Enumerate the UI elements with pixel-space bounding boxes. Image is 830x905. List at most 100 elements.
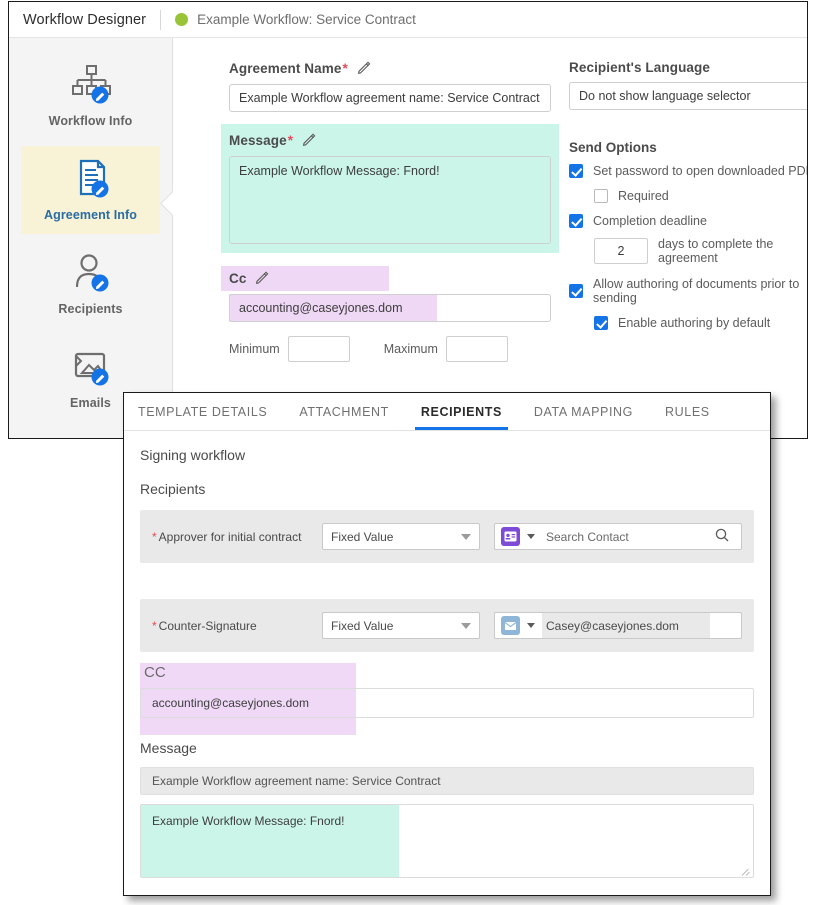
recipient-label-text: Counter-Signature: [158, 618, 257, 633]
dialog-tabs: TEMPLATE DETAILS ATTACHMENT RECIPIENTS D…: [124, 393, 770, 431]
checkbox-set-password[interactable]: [569, 164, 583, 178]
tab-attachment[interactable]: ATTACHMENT: [299, 405, 389, 430]
recipient-label: * Approver for initial contract: [152, 530, 322, 544]
tab-recipients[interactable]: RECIPIENTS: [414, 405, 508, 430]
option-label: Enable authoring by default: [618, 316, 771, 330]
edit-pencil-icon[interactable]: [302, 132, 316, 149]
agreement-name-field-block: Agreement Name *: [229, 60, 551, 112]
recipients-tab-body: Signing workflow Recipients * Approver fo…: [124, 431, 770, 895]
recipients-language-block: Recipient's Language: [569, 60, 807, 110]
required-asterisk: *: [152, 618, 157, 633]
dialog-cc-block: CC accounting@caseyjones.dom: [140, 663, 754, 735]
agreement-name-input[interactable]: [229, 84, 551, 112]
required-asterisk: *: [287, 133, 294, 148]
send-options-block: Send Options Set password to open downlo…: [569, 140, 808, 330]
sidebar-item-workflow-info[interactable]: Workflow Info: [21, 52, 160, 140]
checkbox-allow-authoring[interactable]: [569, 284, 583, 298]
dialog-message-title: Message: [140, 740, 197, 756]
checkbox-required[interactable]: [594, 189, 608, 203]
minimum-input[interactable]: [287, 336, 350, 362]
resize-grip-icon[interactable]: [742, 867, 751, 876]
workflow-designer-body: Workflow Info Agreement Info Recipients …: [9, 38, 807, 438]
sidebar-item-label: Emails: [70, 396, 111, 410]
agreement-info-form: Agreement Name* Message*: [173, 38, 807, 438]
chevron-down-icon: [461, 533, 471, 540]
cc-label-text: Cc: [229, 271, 247, 286]
option-label: Allow authoring of documents prior to se…: [593, 277, 800, 305]
contact-card-icon[interactable]: [501, 527, 520, 546]
recipient-label: * Counter-Signature: [152, 619, 322, 633]
app-header: Workflow Designer Example Workflow: Serv…: [9, 2, 807, 38]
recipients-title: Recipients: [140, 481, 206, 497]
send-options-title: Send Options: [569, 140, 657, 155]
option-required[interactable]: Required: [594, 189, 807, 203]
sidebar-item-label: Workflow Info: [48, 114, 133, 128]
recipient-email-value[interactable]: Casey@caseyjones.dom: [546, 619, 735, 633]
checkbox-enable-authoring-default[interactable]: [594, 316, 608, 330]
workflow-designer-window: Workflow Designer Example Workflow: Serv…: [8, 1, 808, 439]
option-set-password[interactable]: Set password to open downloaded PDF: [569, 164, 808, 178]
dialog-message-textarea[interactable]: Example Workflow Message: Fnord!: [140, 804, 754, 878]
checkbox-completion-deadline[interactable]: [569, 214, 583, 228]
message-textarea[interactable]: Example Workflow Message: Fnord!: [229, 156, 551, 244]
person-edit-icon: [69, 252, 113, 294]
signing-workflow-title: Signing workflow: [140, 447, 246, 463]
chevron-down-icon: [461, 622, 471, 629]
recipient-email-field[interactable]: Casey@caseyjones.dom: [494, 612, 742, 639]
edit-pencil-icon[interactable]: [357, 60, 371, 77]
sidebar-selection-pointer: [160, 190, 173, 216]
cc-value-field[interactable]: accounting@caseyjones.dom: [140, 688, 754, 718]
maximum-label: Maximum: [383, 342, 438, 356]
days-suffix-label: days to complete the agreement: [658, 237, 774, 265]
cc-label: Cc: [229, 270, 269, 287]
maximum-input[interactable]: [445, 336, 508, 362]
option-completion-deadline[interactable]: Completion deadline: [569, 214, 807, 228]
option-enable-authoring-default[interactable]: Enable authoring by default: [594, 316, 807, 330]
search-contact-input[interactable]: Search Contact: [546, 530, 715, 544]
form-right-column: Recipient's Language Send Options Set pa…: [569, 60, 808, 341]
cc-title: CC: [144, 664, 166, 681]
option-allow-authoring[interactable]: Allow authoring of documents prior to se…: [569, 277, 807, 305]
tab-data-mapping[interactable]: DATA MAPPING: [534, 405, 633, 430]
workflow-name: Example Workflow: Service Contract: [197, 12, 416, 27]
option-label: Completion deadline: [593, 214, 707, 228]
edit-pencil-icon[interactable]: [255, 270, 269, 287]
recipient-contact-field[interactable]: Search Contact: [494, 523, 742, 550]
sidebar-item-label: Agreement Info: [43, 208, 138, 222]
recipient-label-text: Approver for initial contract: [158, 529, 302, 544]
email-image-edit-icon: [69, 346, 113, 388]
org-chart-edit-icon: [69, 64, 113, 106]
message-label-text: Message: [229, 133, 287, 148]
option-label: Required: [618, 189, 669, 203]
required-asterisk: *: [342, 61, 348, 76]
option-label: Set password to open downloaded PDF: [593, 164, 808, 178]
days-input[interactable]: [594, 238, 648, 264]
recipient-value-type-select[interactable]: Fixed Value: [322, 612, 480, 639]
select-value: Fixed Value: [331, 618, 394, 633]
cc-input-wrap: [229, 294, 551, 322]
cc-input[interactable]: [229, 294, 551, 322]
search-icon[interactable]: [715, 528, 729, 545]
tab-template-details[interactable]: TEMPLATE DETAILS: [138, 405, 267, 430]
message-label: Message *: [229, 132, 551, 149]
recipient-row: * Counter-Signature Fixed Value Casey@cas…: [140, 599, 754, 652]
recipient-value-type-select[interactable]: Fixed Value: [322, 523, 480, 550]
chevron-down-icon[interactable]: [527, 534, 535, 539]
chevron-down-icon[interactable]: [527, 623, 535, 628]
document-edit-icon: [69, 158, 113, 200]
agreement-name-label-text: Agreement Name: [229, 61, 342, 76]
message-highlight: Message * Example Workflow Message: Fnord…: [221, 124, 559, 253]
template-dialog: TEMPLATE DETAILS ATTACHMENT RECIPIENTS D…: [123, 392, 771, 896]
dialog-agreement-name-field[interactable]: Example Workflow agreement name: Service…: [140, 767, 754, 795]
tab-rules[interactable]: RULES: [665, 405, 710, 430]
sidebar-item-agreement-info[interactable]: Agreement Info: [21, 146, 160, 234]
sidebar-item-recipients[interactable]: Recipients: [21, 240, 160, 328]
recipients-language-select[interactable]: [569, 82, 807, 110]
envelope-icon[interactable]: [501, 616, 520, 635]
agreement-name-label: Agreement Name *: [229, 60, 551, 77]
sidebar-item-label: Recipients: [58, 302, 123, 316]
minimum-label: Minimum: [229, 342, 280, 356]
recipients-language-label: Recipient's Language: [569, 60, 710, 75]
min-max-row: Minimum Maximum: [229, 336, 551, 362]
message-field-block: Message * Example Workflow Message: Fnord…: [221, 124, 559, 253]
